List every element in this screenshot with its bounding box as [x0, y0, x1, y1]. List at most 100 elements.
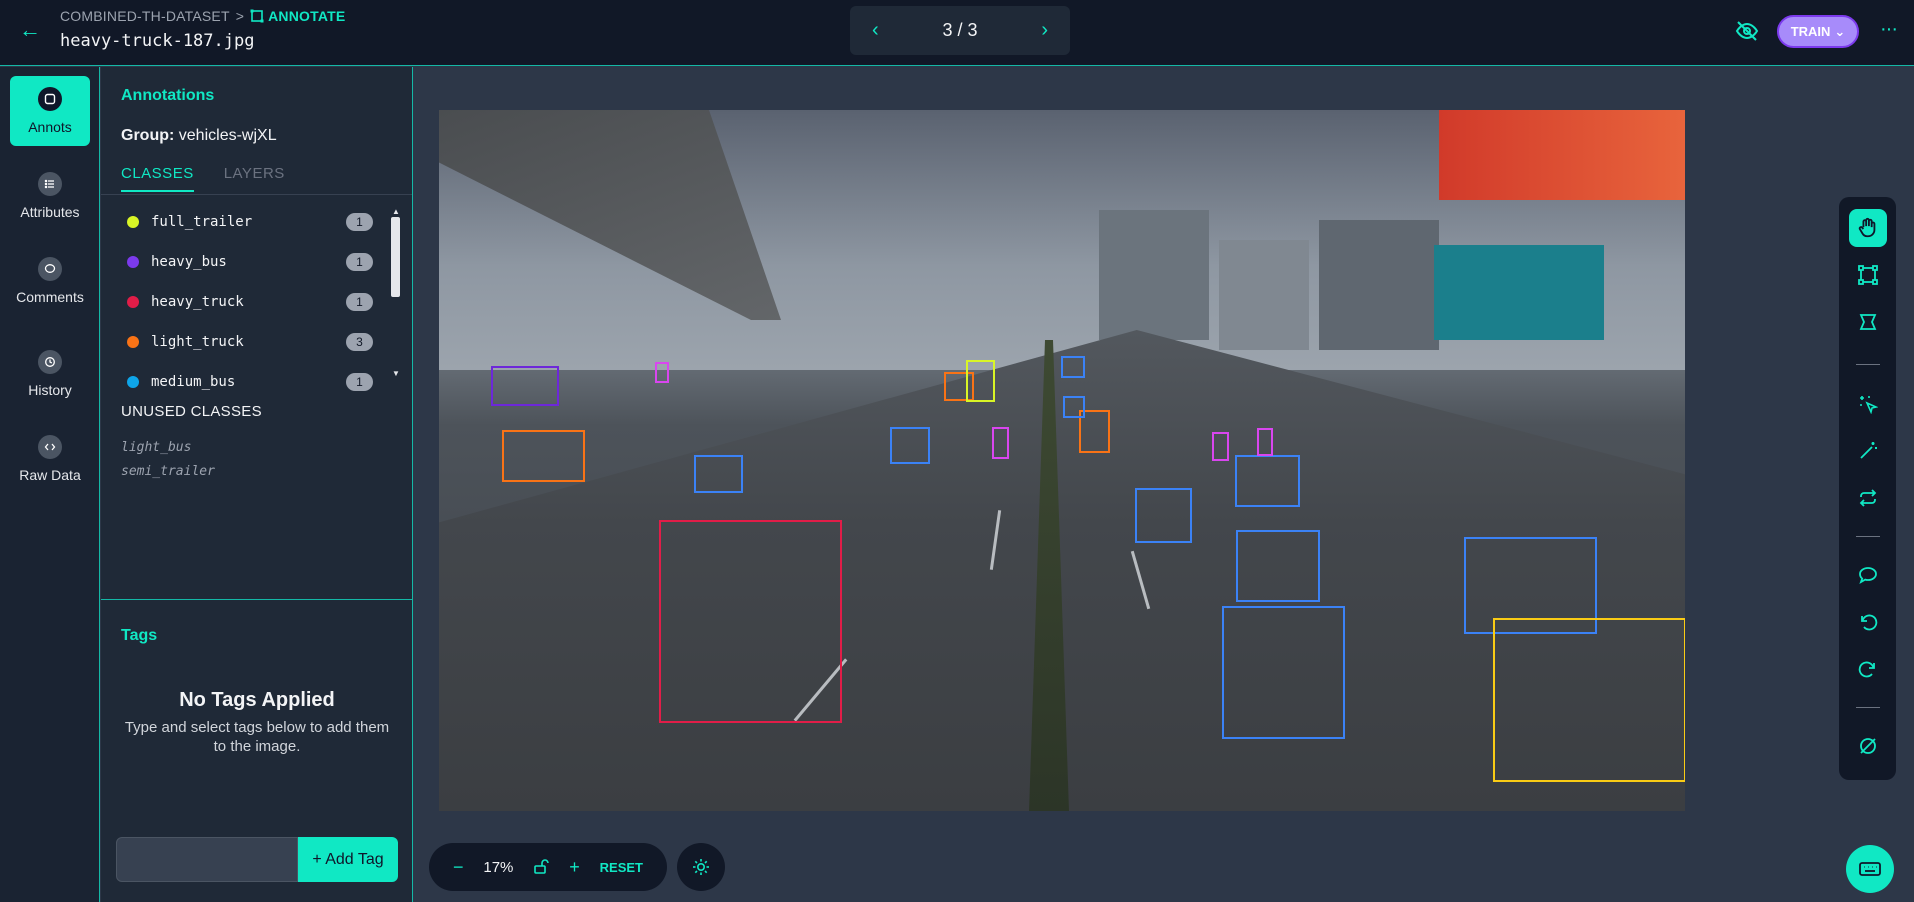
null-icon: [1860, 738, 1876, 754]
no-tags-message: No Tags Applied Type and select tags bel…: [121, 689, 393, 756]
annotate-icon: [250, 9, 264, 23]
image-building: [1319, 220, 1439, 350]
prev-image-chevron-icon[interactable]: ‹: [872, 19, 879, 42]
pager-count: 3 / 3: [942, 20, 978, 40]
train-button[interactable]: TRAIN ⌄: [1777, 15, 1859, 48]
class-row-full-trailer[interactable]: full_trailer 1: [101, 202, 401, 242]
nav-attributes[interactable]: Attributes: [10, 161, 90, 231]
panel-tabs: CLASSES LAYERS: [121, 165, 285, 192]
bbox-motorbike[interactable]: [1257, 428, 1273, 456]
zoom-in-button[interactable]: +: [569, 857, 580, 878]
next-image-chevron-icon[interactable]: ›: [1041, 19, 1048, 42]
smart-select-tool[interactable]: [1849, 385, 1887, 423]
class-color-dot: [127, 296, 139, 308]
top-header: ← COMBINED-TH-DATASET > ANNOTATE heavy-t…: [0, 0, 1914, 66]
bbox-heavy-truck[interactable]: [659, 520, 842, 723]
keyboard-shortcuts-button[interactable]: [1846, 845, 1894, 893]
polygon-tool[interactable]: [1849, 303, 1887, 341]
scroll-down-icon[interactable]: ▼: [392, 369, 400, 378]
group-value: vehicles-wjXL: [178, 127, 277, 144]
left-nav: Annots Attributes Comments History Raw D…: [0, 67, 100, 902]
sun-icon: [693, 859, 709, 875]
nav-raw-data[interactable]: Raw Data: [10, 424, 90, 494]
list-icon: [38, 172, 62, 196]
breadcrumb-separator: >: [235, 8, 245, 24]
undo-button[interactable]: [1849, 603, 1887, 641]
brightness-button[interactable]: [677, 843, 725, 891]
tab-layers[interactable]: LAYERS: [224, 165, 285, 192]
image-billboard: [1439, 110, 1685, 200]
bbox-car[interactable]: [694, 455, 743, 493]
bbox-car[interactable]: [1135, 488, 1192, 543]
breadcrumb-dataset[interactable]: COMBINED-TH-DATASET: [60, 8, 230, 24]
bbox-car[interactable]: [1063, 396, 1085, 418]
nav-history[interactable]: History: [10, 339, 90, 409]
image-building: [1219, 240, 1309, 350]
group-label: Group:: [121, 127, 175, 144]
zoom-out-button[interactable]: −: [453, 857, 464, 878]
pan-hand-tool[interactable]: [1849, 209, 1887, 247]
class-row-heavy-bus[interactable]: heavy_bus 1: [101, 242, 401, 282]
eye-off-icon[interactable]: [1735, 19, 1759, 43]
comment-tool[interactable]: [1849, 556, 1887, 594]
class-name: full_trailer: [151, 214, 253, 230]
breadcrumb: COMBINED-TH-DATASET > ANNOTATE: [60, 8, 345, 24]
keyboard-icon: [1859, 862, 1881, 876]
bbox-semi-trailer[interactable]: [1493, 618, 1685, 782]
class-count-badge: 1: [346, 373, 373, 391]
lock-open-icon[interactable]: [533, 859, 550, 875]
class-color-dot: [127, 336, 139, 348]
scroll-up-icon[interactable]: ▲: [392, 207, 400, 216]
zoom-level: 17%: [483, 858, 514, 876]
annotation-canvas[interactable]: − 17% + RESET: [414, 67, 1914, 902]
code-icon: [38, 435, 62, 459]
magic-wand-tool[interactable]: [1849, 432, 1887, 470]
class-row-heavy-truck[interactable]: heavy_truck 1: [101, 282, 401, 322]
class-color-dot: [127, 256, 139, 268]
null-tool[interactable]: [1849, 727, 1887, 765]
class-row-light-truck[interactable]: light_truck 3: [101, 322, 401, 362]
bbox-car[interactable]: [890, 427, 930, 464]
annotated-image[interactable]: [439, 110, 1685, 811]
reset-zoom-button[interactable]: RESET: [600, 860, 643, 875]
group-info: Group: vehicles-wjXL: [121, 127, 277, 145]
bbox-full-trailer[interactable]: [966, 360, 995, 402]
class-count-badge: 3: [346, 333, 373, 351]
redo-button[interactable]: [1849, 650, 1887, 688]
no-tags-text: Type and select tags below to add them t…: [124, 719, 390, 755]
comment-icon: [38, 257, 62, 281]
polygon-icon: [1859, 314, 1877, 330]
bbox-light-truck[interactable]: [502, 430, 585, 482]
bbox-car[interactable]: [1236, 530, 1320, 602]
toolbar-separator: [1856, 364, 1880, 365]
hand-icon: [1858, 217, 1876, 238]
tab-classes[interactable]: CLASSES: [121, 165, 194, 192]
class-name: light_truck: [151, 334, 244, 350]
redo-icon: [1858, 661, 1875, 678]
bbox-motorbike[interactable]: [992, 427, 1009, 459]
class-list-scrollbar[interactable]: [391, 217, 400, 297]
class-row-medium-bus[interactable]: medium_bus 1: [101, 362, 401, 402]
tag-input[interactable]: [116, 837, 298, 882]
bbox-car[interactable]: [1235, 455, 1300, 507]
class-name: medium_bus: [151, 374, 236, 390]
back-arrow-icon[interactable]: ←: [18, 18, 42, 42]
add-tag-button[interactable]: + Add Tag: [298, 837, 398, 882]
bbox-car[interactable]: [1222, 606, 1345, 739]
toolbar-separator: [1856, 707, 1880, 708]
image-building: [1099, 210, 1209, 340]
bbox-car[interactable]: [1061, 356, 1085, 378]
annotations-panel: Annotations Group: vehicles-wjXL CLASSES…: [101, 67, 413, 902]
unused-class-item[interactable]: light_bus: [121, 440, 191, 455]
unused-class-item[interactable]: semi_trailer: [121, 464, 215, 479]
bounding-box-tool[interactable]: [1849, 256, 1887, 294]
nav-annots[interactable]: Annots: [10, 76, 90, 146]
chevron-down-icon: ⌄: [1834, 23, 1846, 39]
repeat-icon: [1859, 489, 1877, 507]
nav-comments[interactable]: Comments: [10, 246, 90, 316]
repeat-tool[interactable]: [1849, 479, 1887, 517]
bbox-motorbike[interactable]: [1212, 432, 1229, 461]
bbox-motorbike[interactable]: [655, 362, 669, 383]
bbox-heavy-bus[interactable]: [491, 366, 559, 406]
more-options-icon[interactable]: ···: [1880, 18, 1898, 41]
